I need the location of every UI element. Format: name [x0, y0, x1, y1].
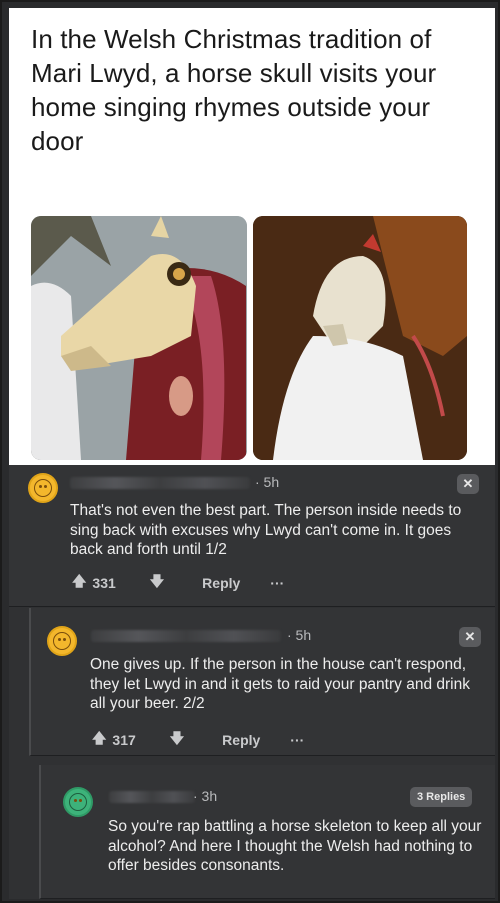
- comment-text: One gives up. If the person in the house…: [90, 656, 470, 712]
- reply-button[interactable]: Reply: [222, 732, 260, 748]
- post-card: In the Welsh Christmas tradition of Mari…: [9, 8, 495, 465]
- comment-timestamp: · 5h: [255, 474, 280, 490]
- smiley-face-icon[interactable]: [47, 626, 77, 656]
- horse-skull-photo-right: [253, 216, 467, 460]
- close-icon[interactable]: ✕: [457, 474, 479, 494]
- comment-1: · 5h ✕ That's not even the best part. Th…: [9, 465, 495, 607]
- comment-text: So you're rap battling a horse skeleton …: [108, 818, 482, 874]
- cow-face-icon[interactable]: [63, 787, 93, 817]
- comment-text: That's not even the best part. The perso…: [70, 502, 462, 558]
- comment-2: · 5h ✕ One gives up. If the person in th…: [29, 608, 495, 756]
- replies-count-button[interactable]: 3 Replies: [410, 787, 473, 807]
- post-image-left[interactable]: [31, 216, 247, 460]
- post-title: In the Welsh Christmas tradition of Mari…: [31, 24, 437, 156]
- comment-thread: · 5h ✕ That's not even the best part. Th…: [9, 465, 495, 899]
- comment-actions: 🡅 317 🡇 Reply ···: [92, 728, 304, 752]
- username-redacted[interactable]: [70, 477, 250, 489]
- close-icon[interactable]: ✕: [459, 627, 481, 647]
- comment-timestamp: · 5h: [287, 627, 312, 643]
- comment-timestamp: · 3h: [193, 788, 218, 804]
- downvote-icon[interactable]: 🡇: [150, 571, 164, 595]
- more-options-icon[interactable]: ···: [270, 575, 284, 591]
- downvote-icon[interactable]: 🡇: [170, 728, 184, 752]
- post-image-right[interactable]: [253, 216, 467, 460]
- more-options-icon[interactable]: ···: [290, 732, 304, 748]
- comment-3: · 3h 3 Replies So you're rap battling a …: [39, 765, 495, 899]
- username-redacted[interactable]: [109, 791, 195, 803]
- vote-score: 331: [92, 575, 116, 591]
- screenshot-frame: In the Welsh Christmas tradition of Mari…: [0, 0, 500, 903]
- username-redacted[interactable]: [91, 630, 281, 642]
- horse-skull-photo-left: [31, 216, 247, 460]
- smiley-face-icon[interactable]: [28, 473, 58, 503]
- vote-score: 317: [112, 732, 136, 748]
- upvote-icon[interactable]: 🡅: [72, 571, 86, 595]
- comment-actions: 🡅 331 🡇 Reply ···: [72, 571, 284, 595]
- upvote-icon[interactable]: 🡅: [92, 728, 106, 752]
- reply-button[interactable]: Reply: [202, 575, 240, 591]
